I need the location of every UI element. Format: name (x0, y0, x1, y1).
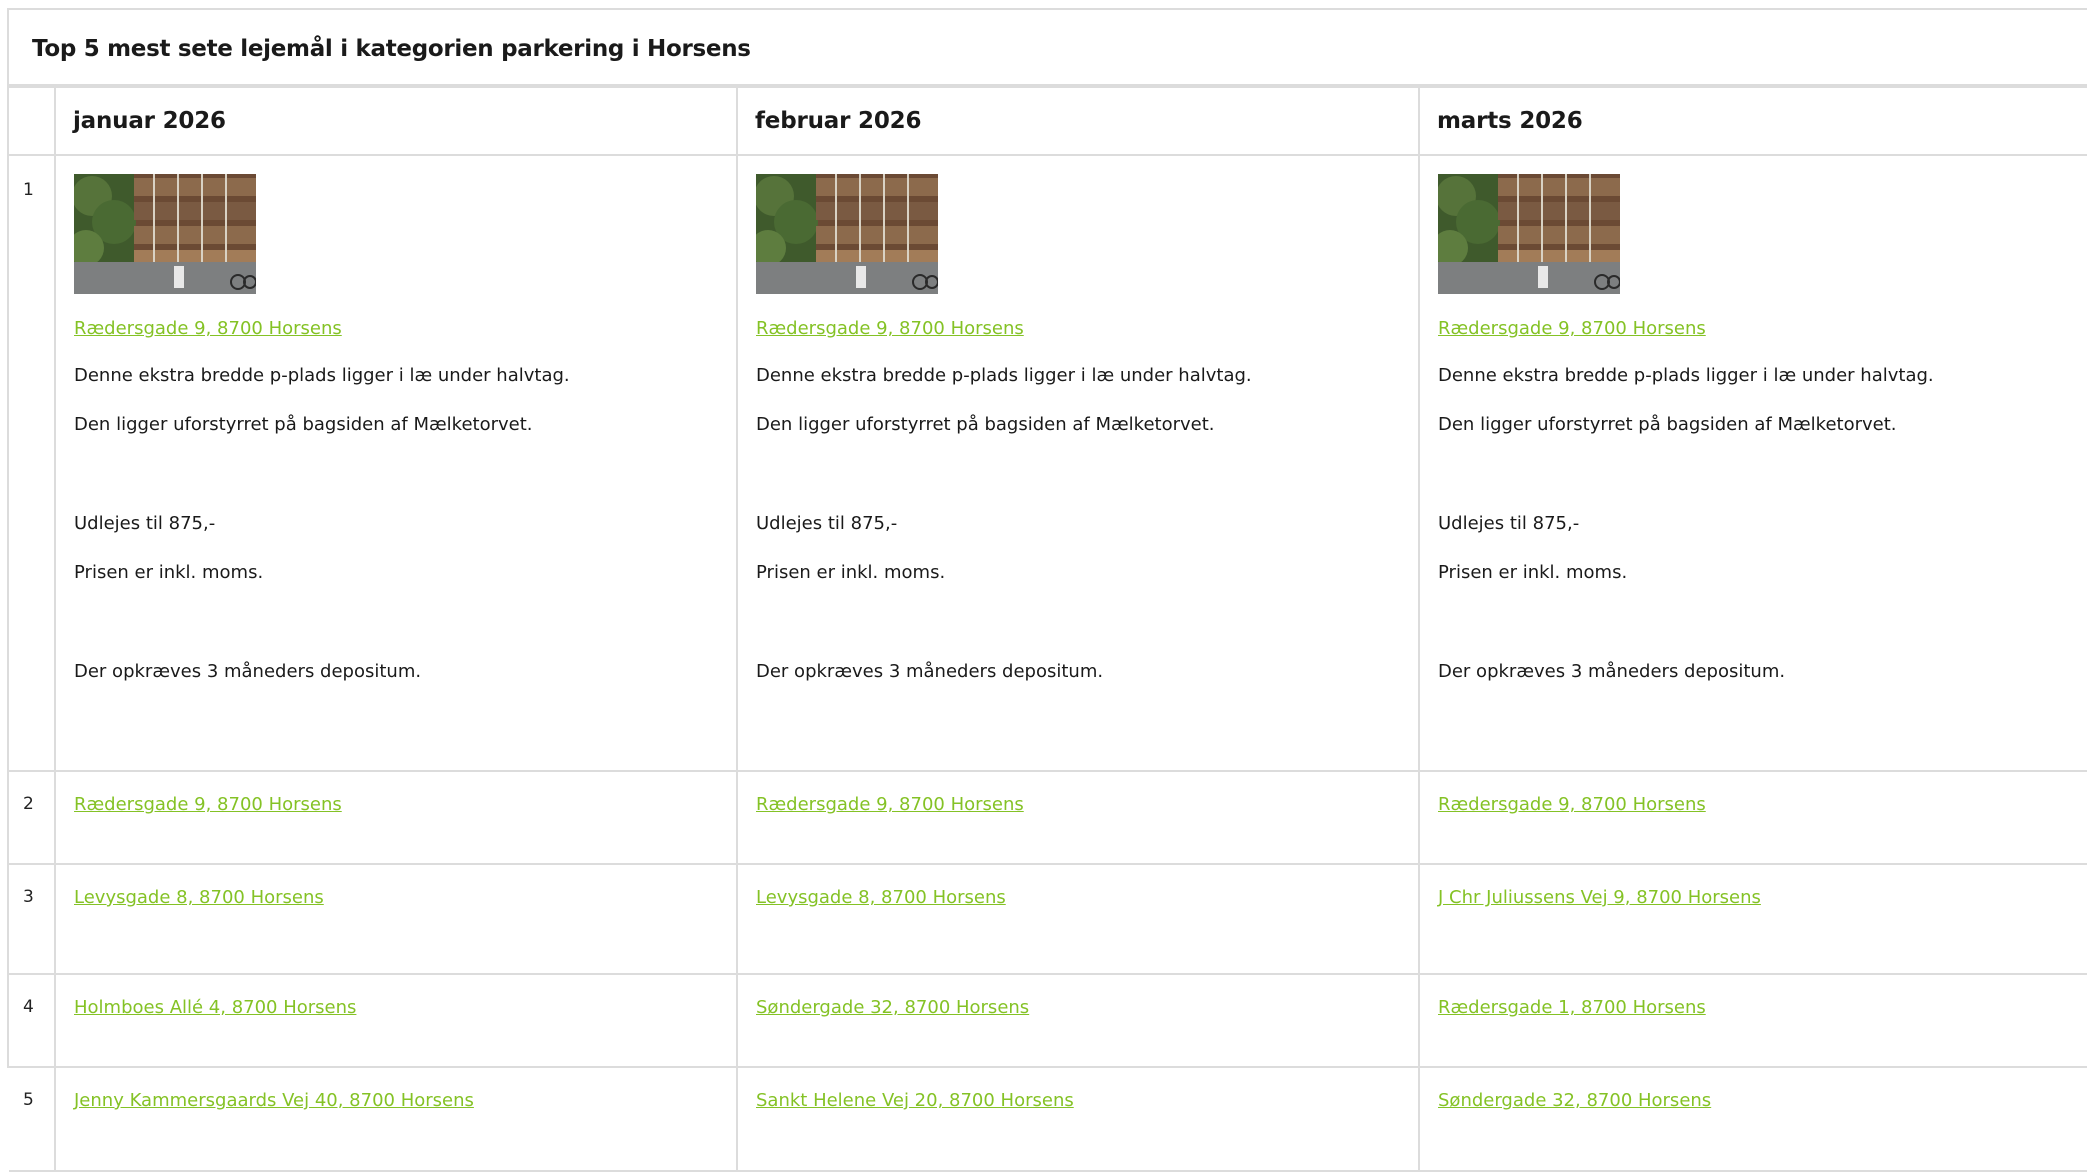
rank-number: 5 (9, 1066, 56, 1172)
table-row: 1 Rædersgade 9, 8700 Horsens Denne ekstr… (9, 154, 2087, 772)
rank-header (9, 86, 56, 156)
listing-address-link[interactable]: Rædersgade 9, 8700 Horsens (1438, 318, 1706, 339)
rank-number: 4 (9, 973, 56, 1068)
listing-address-link[interactable]: Søndergade 32, 8700 Horsens (1438, 1090, 1711, 1111)
listing-address-link[interactable]: Jenny Kammersgaards Vej 40, 8700 Horsens (74, 1090, 474, 1111)
listing-address-link[interactable]: Sankt Helene Vej 20, 8700 Horsens (756, 1090, 1074, 1111)
price-line: Udlejes til 875,- (756, 513, 898, 534)
listing-address-link[interactable]: Rædersgade 9, 8700 Horsens (756, 318, 1024, 339)
month-header-jan: januar 2026 (54, 86, 738, 156)
table-row: 2 Rædersgade 9, 8700 Horsens Rædersgade … (9, 770, 2087, 865)
listing-address-link[interactable]: Rædersgade 1, 8700 Horsens (1438, 997, 1706, 1018)
listing-description: Denne ekstra bredde p-plads ligger i læ … (756, 339, 1418, 684)
listing-cell: Rædersgade 9, 8700 Horsens (1418, 770, 2087, 865)
rank-number: 3 (9, 863, 56, 975)
listing-cell: Søndergade 32, 8700 Horsens (736, 973, 1420, 1068)
rank-number: 2 (9, 770, 56, 865)
description-line: Denne ekstra bredde p-plads ligger i læ … (1438, 365, 1934, 386)
listing-photo[interactable] (756, 174, 938, 294)
listing-cell: Levysgade 8, 8700 Horsens (54, 863, 738, 975)
description-line: Den ligger uforstyrret på bagsiden af Mæ… (756, 414, 1215, 435)
listing-description: Denne ekstra bredde p-plads ligger i læ … (74, 339, 736, 684)
ranking-table: januar 2026 februar 2026 marts 2026 1 Ræ… (9, 86, 2087, 1172)
month-header-mar: marts 2026 (1418, 86, 2087, 156)
listing-cell: Sankt Helene Vej 20, 8700 Horsens (736, 1066, 1420, 1172)
price-line: Udlejes til 875,- (74, 513, 216, 534)
listing-address-link[interactable]: Rædersgade 9, 8700 Horsens (74, 318, 342, 339)
listing-address-link[interactable]: Søndergade 32, 8700 Horsens (756, 997, 1029, 1018)
listing-description: Denne ekstra bredde p-plads ligger i læ … (1438, 339, 2087, 684)
deposit-line: Der opkræves 3 måneders depositum. (1438, 661, 1786, 682)
listing-photo[interactable] (1438, 174, 1620, 294)
vat-line: Prisen er inkl. moms. (1438, 562, 1628, 583)
table-row: 5 Jenny Kammersgaards Vej 40, 8700 Horse… (9, 1066, 2087, 1172)
panel-title: Top 5 mest sete lejemål i kategorien par… (9, 10, 2087, 86)
description-line: Den ligger uforstyrret på bagsiden af Mæ… (1438, 414, 1897, 435)
rank-number: 1 (9, 154, 56, 772)
price-line: Udlejes til 875,- (1438, 513, 1580, 534)
featured-listing-feb: Rædersgade 9, 8700 Horsens Denne ekstra … (736, 154, 1420, 772)
header-row: januar 2026 februar 2026 marts 2026 (9, 86, 2087, 156)
listing-address-link[interactable]: Levysgade 8, 8700 Horsens (756, 887, 1006, 908)
listing-photo[interactable] (74, 174, 256, 294)
vat-line: Prisen er inkl. moms. (74, 562, 264, 583)
listing-address-link[interactable]: J Chr Juliussens Vej 9, 8700 Horsens (1438, 887, 1761, 908)
listing-address-link[interactable]: Rædersgade 9, 8700 Horsens (1438, 794, 1706, 815)
featured-listing-mar: Rædersgade 9, 8700 Horsens Denne ekstra … (1418, 154, 2087, 772)
top5-panel: Top 5 mest sete lejemål i kategorien par… (7, 8, 2087, 1172)
description-line: Denne ekstra bredde p-plads ligger i læ … (74, 365, 570, 386)
listing-address-link[interactable]: Rædersgade 9, 8700 Horsens (756, 794, 1024, 815)
listing-cell: Levysgade 8, 8700 Horsens (736, 863, 1420, 975)
listing-cell: Rædersgade 1, 8700 Horsens (1418, 973, 2087, 1068)
table-row: 4 Holmboes Allé 4, 8700 Horsens Sønderga… (9, 973, 2087, 1068)
featured-listing-jan: Rædersgade 9, 8700 Horsens Denne ekstra … (54, 154, 738, 772)
vat-line: Prisen er inkl. moms. (756, 562, 946, 583)
deposit-line: Der opkræves 3 måneders depositum. (74, 661, 422, 682)
deposit-line: Der opkræves 3 måneders depositum. (756, 661, 1104, 682)
listing-cell: Søndergade 32, 8700 Horsens (1418, 1066, 2087, 1172)
listing-address-link[interactable]: Rædersgade 9, 8700 Horsens (74, 794, 342, 815)
month-header-feb: februar 2026 (736, 86, 1420, 156)
listing-cell: Rædersgade 9, 8700 Horsens (54, 770, 738, 865)
listing-cell: Jenny Kammersgaards Vej 40, 8700 Horsens (54, 1066, 738, 1172)
listing-cell: Rædersgade 9, 8700 Horsens (736, 770, 1420, 865)
listing-address-link[interactable]: Holmboes Allé 4, 8700 Horsens (74, 997, 356, 1018)
table-row: 3 Levysgade 8, 8700 Horsens Levysgade 8,… (9, 863, 2087, 975)
description-line: Denne ekstra bredde p-plads ligger i læ … (756, 365, 1252, 386)
description-line: Den ligger uforstyrret på bagsiden af Mæ… (74, 414, 533, 435)
listing-address-link[interactable]: Levysgade 8, 8700 Horsens (74, 887, 324, 908)
listing-cell: Holmboes Allé 4, 8700 Horsens (54, 973, 738, 1068)
listing-cell: J Chr Juliussens Vej 9, 8700 Horsens (1418, 863, 2087, 975)
